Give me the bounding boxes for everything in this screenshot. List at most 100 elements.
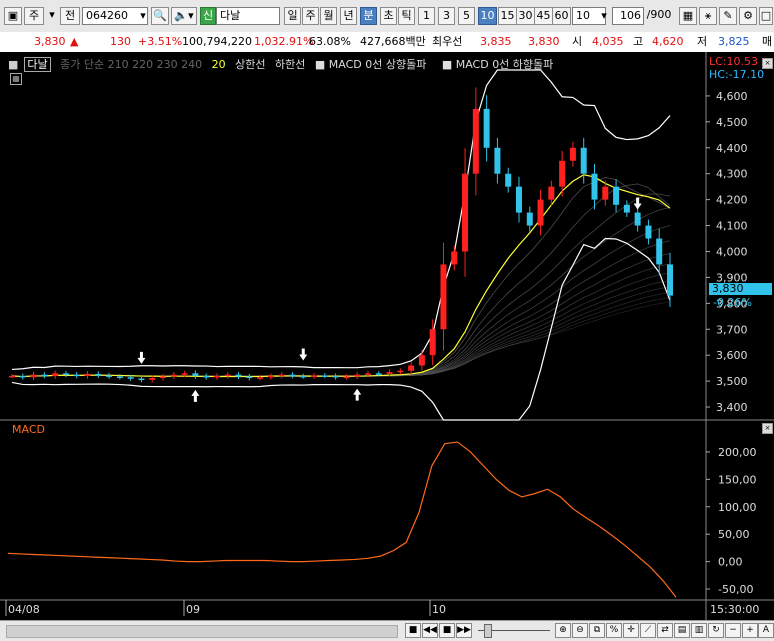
refresh-icon[interactable]: ↻ (708, 623, 724, 638)
macd-tick-label: -50,00 (718, 583, 753, 596)
candle-body (667, 264, 673, 296)
settings-icon[interactable]: ⚙ (739, 7, 757, 25)
candle-body (30, 374, 37, 378)
candle-body (41, 374, 48, 377)
last-price-tag: 3,830 (709, 283, 772, 295)
ma-fan-line (11, 292, 671, 377)
mode-dropdown-icon[interactable]: ▾ (46, 7, 58, 25)
chart-type-icon[interactable]: ⚹ (699, 7, 717, 25)
lower-band-line (11, 237, 671, 421)
save-icon[interactable]: ▤ (674, 623, 690, 638)
high-label: 고 (633, 35, 644, 48)
ma-fan-line (11, 193, 671, 377)
period-button-4[interactable]: 분 (360, 7, 377, 25)
drawing-icon[interactable]: ✎ (719, 7, 737, 25)
ma-fan-line (11, 225, 671, 377)
legend-ma: 종가 단순 210 220 230 240 (60, 58, 203, 71)
candle-body (289, 374, 296, 377)
candle-body (483, 108, 490, 148)
count-total: /900 (646, 8, 672, 21)
volume-percent: 1,032.91% (254, 35, 314, 48)
interval-button-10[interactable]: 10 (478, 7, 497, 25)
period-button-5[interactable]: 초 (380, 7, 397, 25)
candle-body (354, 374, 361, 377)
period-button-6[interactable]: 틱 (398, 7, 415, 25)
candle-body (472, 108, 479, 174)
interval-button-60[interactable]: 60 (552, 7, 571, 25)
ma-fan-line (11, 207, 671, 377)
extra-label[interactable]: 매 (762, 32, 772, 51)
stop-icon[interactable]: ■ (439, 623, 455, 638)
interval-dropdown-icon[interactable]: ▾ (598, 8, 610, 26)
candle-body (73, 374, 80, 377)
minus-icon[interactable]: − (725, 623, 741, 638)
zoom-slider[interactable] (478, 624, 550, 638)
volume-ratio: 63.08% (309, 35, 351, 48)
interval-button-45[interactable]: 45 (534, 7, 553, 25)
candle-body (127, 377, 134, 379)
candle-body (84, 373, 91, 376)
horizontal-scrollbar[interactable] (6, 625, 398, 638)
period-button-2[interactable]: 월 (320, 7, 337, 25)
sound-icon[interactable]: 🔈▾ (171, 7, 197, 25)
grid-icon[interactable]: ▦ (679, 7, 697, 25)
print-icon[interactable]: ▥ (691, 623, 707, 638)
macd-close-icon[interactable]: × (762, 423, 773, 434)
period-button-3[interactable]: 년 (340, 7, 357, 25)
ask-price: 3,835 (480, 35, 512, 48)
legend-stock-name[interactable]: 다날 (24, 57, 51, 72)
trend-icon[interactable]: ⟋ (640, 623, 656, 638)
candle-body (645, 225, 652, 239)
period-button-1[interactable]: 주 (302, 7, 319, 25)
zoom-in-icon[interactable]: ⊕ (555, 623, 571, 638)
candle-body (192, 373, 199, 376)
candle-body (95, 373, 102, 376)
zoom-out-icon[interactable]: ⊖ (572, 623, 588, 638)
interval-button-3[interactable]: 3 (438, 7, 455, 25)
candle-body (160, 376, 167, 378)
candle-body (634, 212, 641, 226)
window-menu-icon[interactable]: ▣ (4, 7, 22, 25)
indicator-grid-icon[interactable]: ▦ (10, 73, 22, 85)
window-icon[interactable]: □ (759, 7, 773, 25)
new-badge: 신 (200, 7, 216, 25)
crosshair-icon[interactable]: ✛ (623, 623, 639, 638)
macd-tick-label: 0,00 (718, 556, 743, 569)
candle-body (451, 251, 458, 265)
signal-down-arrow-icon (137, 351, 146, 364)
volume: 100,794,220 (182, 35, 252, 48)
count-input[interactable]: 106 (612, 7, 644, 25)
view-icon[interactable]: ⧉ (589, 623, 605, 638)
macd-tick-label: 100,00 (718, 501, 757, 514)
macd-tick-label: 200,00 (718, 446, 757, 459)
prefix-button[interactable]: 전 (60, 7, 80, 25)
mode-button[interactable]: 주 (24, 7, 44, 25)
code-dropdown-icon[interactable]: ▾ (137, 8, 149, 26)
candle-body (656, 238, 663, 265)
scroll-next-icon[interactable]: ▶▶ (456, 623, 472, 638)
interval-button-30[interactable]: 30 (516, 7, 535, 25)
candle-body (515, 186, 522, 213)
chart-svg[interactable]: 4,6004,5004,4004,3004,2004,1004,0003,900… (0, 52, 774, 620)
search-icon[interactable]: 🔍 (151, 7, 169, 25)
candle-body (106, 375, 113, 377)
percent-icon[interactable]: % (606, 623, 622, 638)
price-tick-label: 4,200 (716, 194, 748, 207)
plus-icon[interactable]: + (742, 623, 758, 638)
scroll-end-icon[interactable]: ■ (405, 623, 421, 638)
signal-down-arrow-icon (299, 348, 308, 361)
scroll-prev-icon[interactable]: ◀◀ (422, 623, 438, 638)
candle-body (418, 355, 425, 366)
text-icon[interactable]: A (758, 623, 774, 638)
interval-button-5[interactable]: 5 (458, 7, 475, 25)
interval-button-1[interactable]: 1 (418, 7, 435, 25)
ma-fan-line (11, 301, 671, 377)
price-close-icon[interactable]: × (762, 58, 773, 69)
chart-area[interactable]: 4,600 4,500 4,400 4,300 4,200 4,100 4,000 3,900… (0, 52, 774, 620)
interval-button-15[interactable]: 15 (498, 7, 517, 25)
compare-icon[interactable]: ⇄ (657, 623, 673, 638)
candle-body (613, 186, 620, 205)
period-button-0[interactable]: 일 (284, 7, 301, 25)
legend-period: 20 (211, 58, 226, 71)
candle-body (9, 375, 15, 378)
